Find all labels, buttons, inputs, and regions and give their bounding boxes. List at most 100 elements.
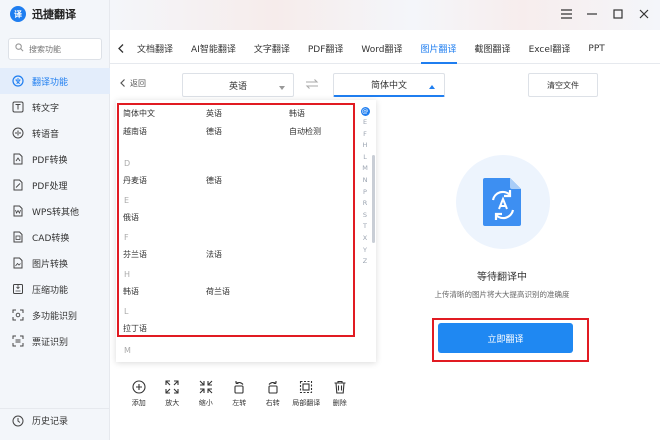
tool-label: 删除 <box>332 399 347 407</box>
alphabet-letter[interactable]: R <box>360 198 370 210</box>
cad-icon <box>12 231 24 243</box>
translate-now-button[interactable]: 立即翻译 <box>438 323 573 353</box>
sidebar-item-to-text[interactable]: 转文字 <box>0 94 110 120</box>
language-option[interactable]: 荷兰语 <box>206 286 230 297</box>
target-language-value: 简体中文 <box>370 81 407 91</box>
language-option[interactable]: 拉丁语 <box>123 323 147 334</box>
speech-icon <box>12 127 24 139</box>
alphabet-letter[interactable]: P <box>360 187 370 199</box>
target-language-select[interactable]: 简体中文 <box>333 73 445 97</box>
tab-document[interactable]: 文档翻译 <box>128 34 182 64</box>
sidebar-item-label: 图片转换 <box>32 259 69 270</box>
language-dropdown: 简体中文 英语 韩语 越南语 德语 自动检测 D 丹麦语 德语 E 俄语 F 芬… <box>116 100 376 362</box>
tool-label: 放大 <box>165 399 180 407</box>
app-name: 迅捷翻译 <box>32 8 76 21</box>
back-button[interactable]: 返回 <box>120 78 146 89</box>
sidebar-item-ticket[interactable]: 票证识别 <box>0 328 110 354</box>
image-icon <box>12 257 24 269</box>
tab-screenshot[interactable]: 截图翻译 <box>466 34 520 64</box>
tab-ai[interactable]: AI智能翻译 <box>182 34 245 64</box>
maximize-icon[interactable] <box>612 8 624 20</box>
language-option[interactable]: 简体中文 <box>123 108 155 119</box>
tab-image[interactable]: 图片翻译 <box>412 34 466 64</box>
source-language-select[interactable]: 英语 <box>182 73 294 97</box>
tool-label: 局部翻译 <box>292 399 321 407</box>
rotate-left-button[interactable]: 左转 <box>223 380 257 408</box>
language-option[interactable]: 韩语 <box>123 286 139 297</box>
alphabet-letter[interactable]: @ <box>360 107 370 116</box>
zoom-in-icon <box>165 380 179 394</box>
alphabet-letter[interactable]: Z <box>360 256 370 268</box>
rotate-right-button[interactable]: 右转 <box>256 380 290 408</box>
tool-label: 添加 <box>131 399 146 407</box>
sidebar-item-pdf-process[interactable]: PDF处理 <box>0 172 110 198</box>
delete-button[interactable]: 删除 <box>323 380 357 408</box>
window-controls <box>560 8 650 20</box>
rotate-right-icon <box>268 381 278 394</box>
menu-icon[interactable] <box>560 8 572 20</box>
swap-icon[interactable] <box>305 79 319 92</box>
sidebar-item-compress[interactable]: 压缩功能 <box>0 276 110 302</box>
language-option[interactable]: 越南语 <box>123 126 147 137</box>
sidebar-item-label: PDF转换 <box>32 155 68 166</box>
language-option[interactable]: 芬兰语 <box>123 249 147 260</box>
tab-pdf[interactable]: PDF翻译 <box>299 34 353 64</box>
alphabet-letter[interactable]: F <box>360 129 370 141</box>
alphabet-letter[interactable]: M <box>360 163 370 175</box>
source-language-value: 英语 <box>228 81 247 92</box>
language-option[interactable]: 德语 <box>206 175 222 186</box>
language-option[interactable]: 法语 <box>206 249 222 260</box>
alphabet-letter[interactable]: L <box>360 152 370 164</box>
sidebar-item-label: 转文字 <box>32 103 60 114</box>
sidebar: 译 迅捷翻译 翻译功能 转文字 转语音 PDF转换 PDF处理 <box>0 0 110 440</box>
tab-word[interactable]: Word翻译 <box>352 34 411 64</box>
tab-ppt[interactable]: PPT <box>579 34 613 64</box>
alphabet-index: @ E F H L M N P R S T X Y Z <box>360 106 370 268</box>
tab-excel[interactable]: Excel翻译 <box>520 34 580 64</box>
language-list-highlight <box>117 103 355 337</box>
search-box[interactable] <box>8 38 102 60</box>
zoom-out-button[interactable]: 缩小 <box>189 380 223 408</box>
alphabet-letter[interactable]: X <box>360 233 370 245</box>
close-icon[interactable] <box>638 8 650 20</box>
alphabet-letter[interactable]: H <box>360 140 370 152</box>
sidebar-item-label: WPS转其他 <box>32 207 80 218</box>
language-option[interactable]: 自动检测 <box>289 126 321 137</box>
tab-text[interactable]: 文字翻译 <box>245 34 299 64</box>
caret-up-icon <box>429 82 435 92</box>
sidebar-item-pdf-convert[interactable]: PDF转换 <box>0 146 110 172</box>
sidebar-item-image[interactable]: 图片转换 <box>0 250 110 276</box>
delete-icon <box>334 380 346 394</box>
group-letter: L <box>124 307 129 316</box>
alphabet-letter[interactable]: N <box>360 175 370 187</box>
language-option[interactable]: 英语 <box>206 108 222 119</box>
alphabet-letter[interactable]: E <box>360 117 370 129</box>
clear-files-button[interactable]: 清空文件 <box>528 73 598 97</box>
chevron-left-icon[interactable] <box>114 44 128 53</box>
language-option[interactable]: 俄语 <box>123 212 139 223</box>
sidebar-item-recognize[interactable]: 多功能识别 <box>0 302 110 328</box>
sidebar-item-wps[interactable]: WPS转其他 <box>0 198 110 224</box>
partial-translate-button[interactable]: 局部翻译 <box>290 380 324 408</box>
language-option[interactable]: 丹麦语 <box>123 175 147 186</box>
alphabet-letter[interactable]: T <box>360 221 370 233</box>
language-option[interactable]: 韩语 <box>289 108 305 119</box>
sidebar-item-translate[interactable]: 翻译功能 <box>0 68 110 94</box>
language-scrollbar[interactable] <box>372 155 375 243</box>
pdf-convert-icon <box>12 153 24 165</box>
sidebar-item-cad[interactable]: CAD转换 <box>0 224 110 250</box>
sidebar-item-to-speech[interactable]: 转语音 <box>0 120 110 146</box>
language-option[interactable]: 德语 <box>206 126 222 137</box>
history-button[interactable]: 历史记录 <box>0 408 110 432</box>
wps-icon <box>12 205 24 217</box>
title-bar <box>110 0 660 30</box>
image-translate-icon <box>483 178 521 226</box>
chevron-left-icon <box>120 78 125 89</box>
zoom-in-button[interactable]: 放大 <box>156 380 190 408</box>
add-button[interactable]: 添加 <box>122 380 156 408</box>
search-input[interactable] <box>29 44 99 54</box>
alphabet-letter[interactable]: S <box>360 210 370 222</box>
minimize-icon[interactable] <box>586 8 598 20</box>
alphabet-letter[interactable]: Y <box>360 245 370 257</box>
sidebar-item-label: 压缩功能 <box>32 285 69 296</box>
